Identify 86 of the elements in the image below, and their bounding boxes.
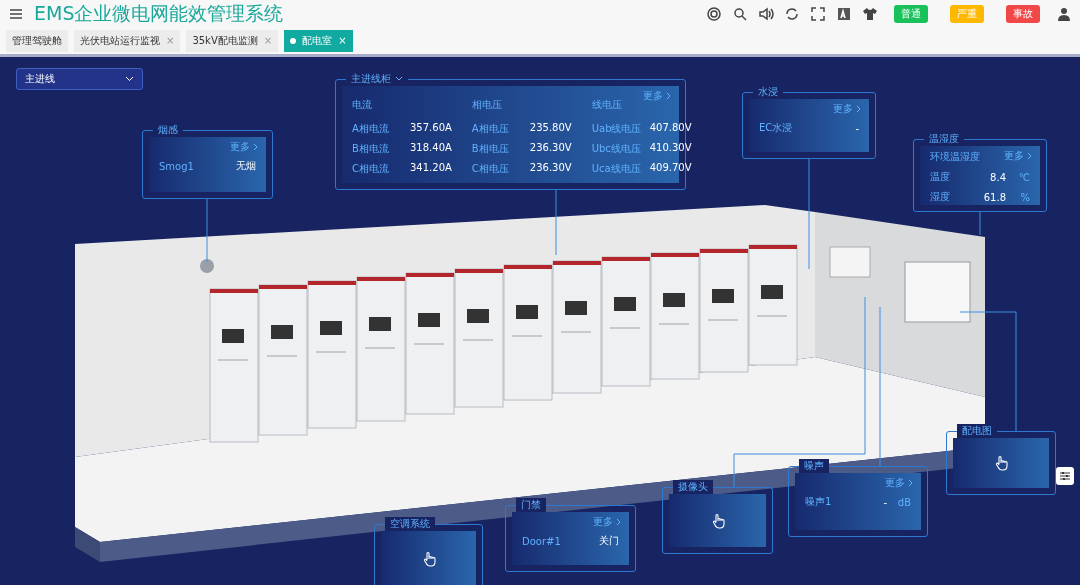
panel-title: 空调系统 — [385, 517, 435, 531]
leader-line — [206, 198, 208, 263]
caret-icon[interactable] — [395, 76, 403, 82]
reading-value: 235.80V — [529, 122, 572, 135]
more-link[interactable]: 更多 — [593, 515, 621, 529]
reading-value: 无烟 — [236, 159, 256, 173]
reading-value: 410.30V — [649, 142, 692, 155]
reading-unit: % — [1019, 191, 1030, 203]
chevron-right-icon[interactable] — [253, 143, 258, 151]
reading-value: 407.80V — [649, 122, 692, 135]
reading-value: 341.20A — [410, 162, 452, 175]
more-link[interactable]: 更多 — [833, 102, 861, 116]
leader-line — [979, 211, 981, 236]
reading-unit: ℃ — [1017, 171, 1030, 183]
user-icon[interactable] — [1056, 5, 1072, 22]
chevron-right-icon[interactable] — [1027, 152, 1032, 160]
reading-label: Uca线电压 — [591, 162, 640, 176]
control-box-drawing — [829, 246, 871, 278]
alarm-level-badge[interactable]: 严重 — [950, 4, 984, 23]
reading-label: A相电压 — [471, 122, 510, 136]
cabinet-dropdown[interactable]: 主进线 — [16, 68, 143, 90]
page-tab[interactable]: 配电室 × — [284, 29, 353, 52]
refresh-icon[interactable] — [784, 5, 800, 22]
reading-unit: dB — [896, 496, 911, 508]
reading-label: 温度 — [930, 170, 950, 184]
page-tab[interactable]: 光伏电站运行监视 × — [74, 29, 181, 52]
alarm-level-badge[interactable]: 普通 — [894, 4, 928, 23]
chevron-right-icon[interactable] — [908, 479, 913, 487]
lifebuoy-icon[interactable] — [706, 5, 722, 22]
panel-title: 烟感 — [153, 123, 183, 137]
reading-value: - — [855, 122, 859, 134]
panel-title: 温湿度 — [924, 132, 964, 146]
panel-title: 门禁 — [516, 498, 546, 512]
app-title: EMS企业微电网能效管理系统 — [34, 0, 284, 26]
alarm-level-badge[interactable]: 事故 — [1006, 4, 1040, 23]
reading-label: 湿度 — [930, 190, 950, 204]
more-link[interactable]: 更多 — [1004, 149, 1032, 163]
wall-diagram-board-drawing — [904, 261, 971, 323]
reading-label: EC水浸 — [759, 121, 793, 135]
search-icon[interactable] — [732, 5, 748, 22]
reading-label: Smog1 — [159, 160, 194, 172]
reading-value: 236.30V — [529, 142, 572, 155]
reading-label: Door#1 — [522, 535, 561, 547]
chevron-right-icon[interactable] — [616, 518, 621, 526]
reading-label: C相电流 — [352, 162, 390, 176]
column-heading: 线电压 — [591, 98, 623, 112]
reading-value: 关门 — [599, 534, 619, 548]
chevron-right-icon[interactable] — [666, 92, 671, 100]
speaker-icon[interactable] — [758, 5, 774, 22]
reading-value: 357.60A — [410, 122, 452, 135]
more-link[interactable]: 更多 — [230, 140, 258, 154]
chevron-right-icon[interactable] — [856, 105, 861, 113]
panel-title: 配电图 — [957, 424, 997, 438]
reading-value: - — [883, 496, 887, 508]
leader-line — [555, 189, 557, 256]
panel-title: 主进线柜 — [346, 72, 408, 86]
caret-icon — [125, 76, 134, 82]
more-link[interactable]: 更多 — [885, 476, 913, 490]
reading-label: A相电流 — [352, 122, 390, 136]
column-heading: 相电压 — [471, 98, 503, 112]
panel-title: 摄像头 — [673, 480, 713, 494]
column-heading: 电流 — [352, 98, 373, 112]
reading-label: Uab线电压 — [591, 122, 640, 136]
reading-value: 409.70V — [649, 162, 692, 175]
reading-value: 236.30V — [529, 162, 572, 175]
settings-sliders-button[interactable] — [1056, 467, 1074, 485]
reading-label: B相电压 — [471, 142, 510, 156]
reading-label: 噪声1 — [805, 495, 832, 509]
reading-value: 318.40A — [410, 142, 452, 155]
hand-pointer-icon[interactable] — [993, 455, 1009, 471]
reading-value: 61.8 — [983, 191, 1006, 203]
page-tab[interactable]: 35kV配电监测 × — [186, 29, 279, 52]
more-link[interactable]: 更多 — [643, 89, 671, 103]
font-size-icon[interactable] — [836, 5, 852, 22]
panel-title: 水浸 — [753, 85, 783, 99]
fullscreen-icon[interactable] — [810, 5, 826, 22]
reading-value: 8.4 — [990, 171, 1006, 183]
panel-title: 噪声 — [799, 459, 829, 473]
smoke-detector-drawing — [200, 259, 214, 273]
reading-label: C相电压 — [471, 162, 510, 176]
page-tab[interactable]: 管理驾驶舱 — [6, 29, 68, 52]
reading-label: B相电流 — [352, 142, 390, 156]
sliders-icon — [1058, 469, 1072, 483]
reading-label: Ubc线电压 — [591, 142, 640, 156]
shirt-icon[interactable] — [862, 5, 878, 22]
panel-subtitle: 环境温湿度 — [930, 150, 980, 164]
